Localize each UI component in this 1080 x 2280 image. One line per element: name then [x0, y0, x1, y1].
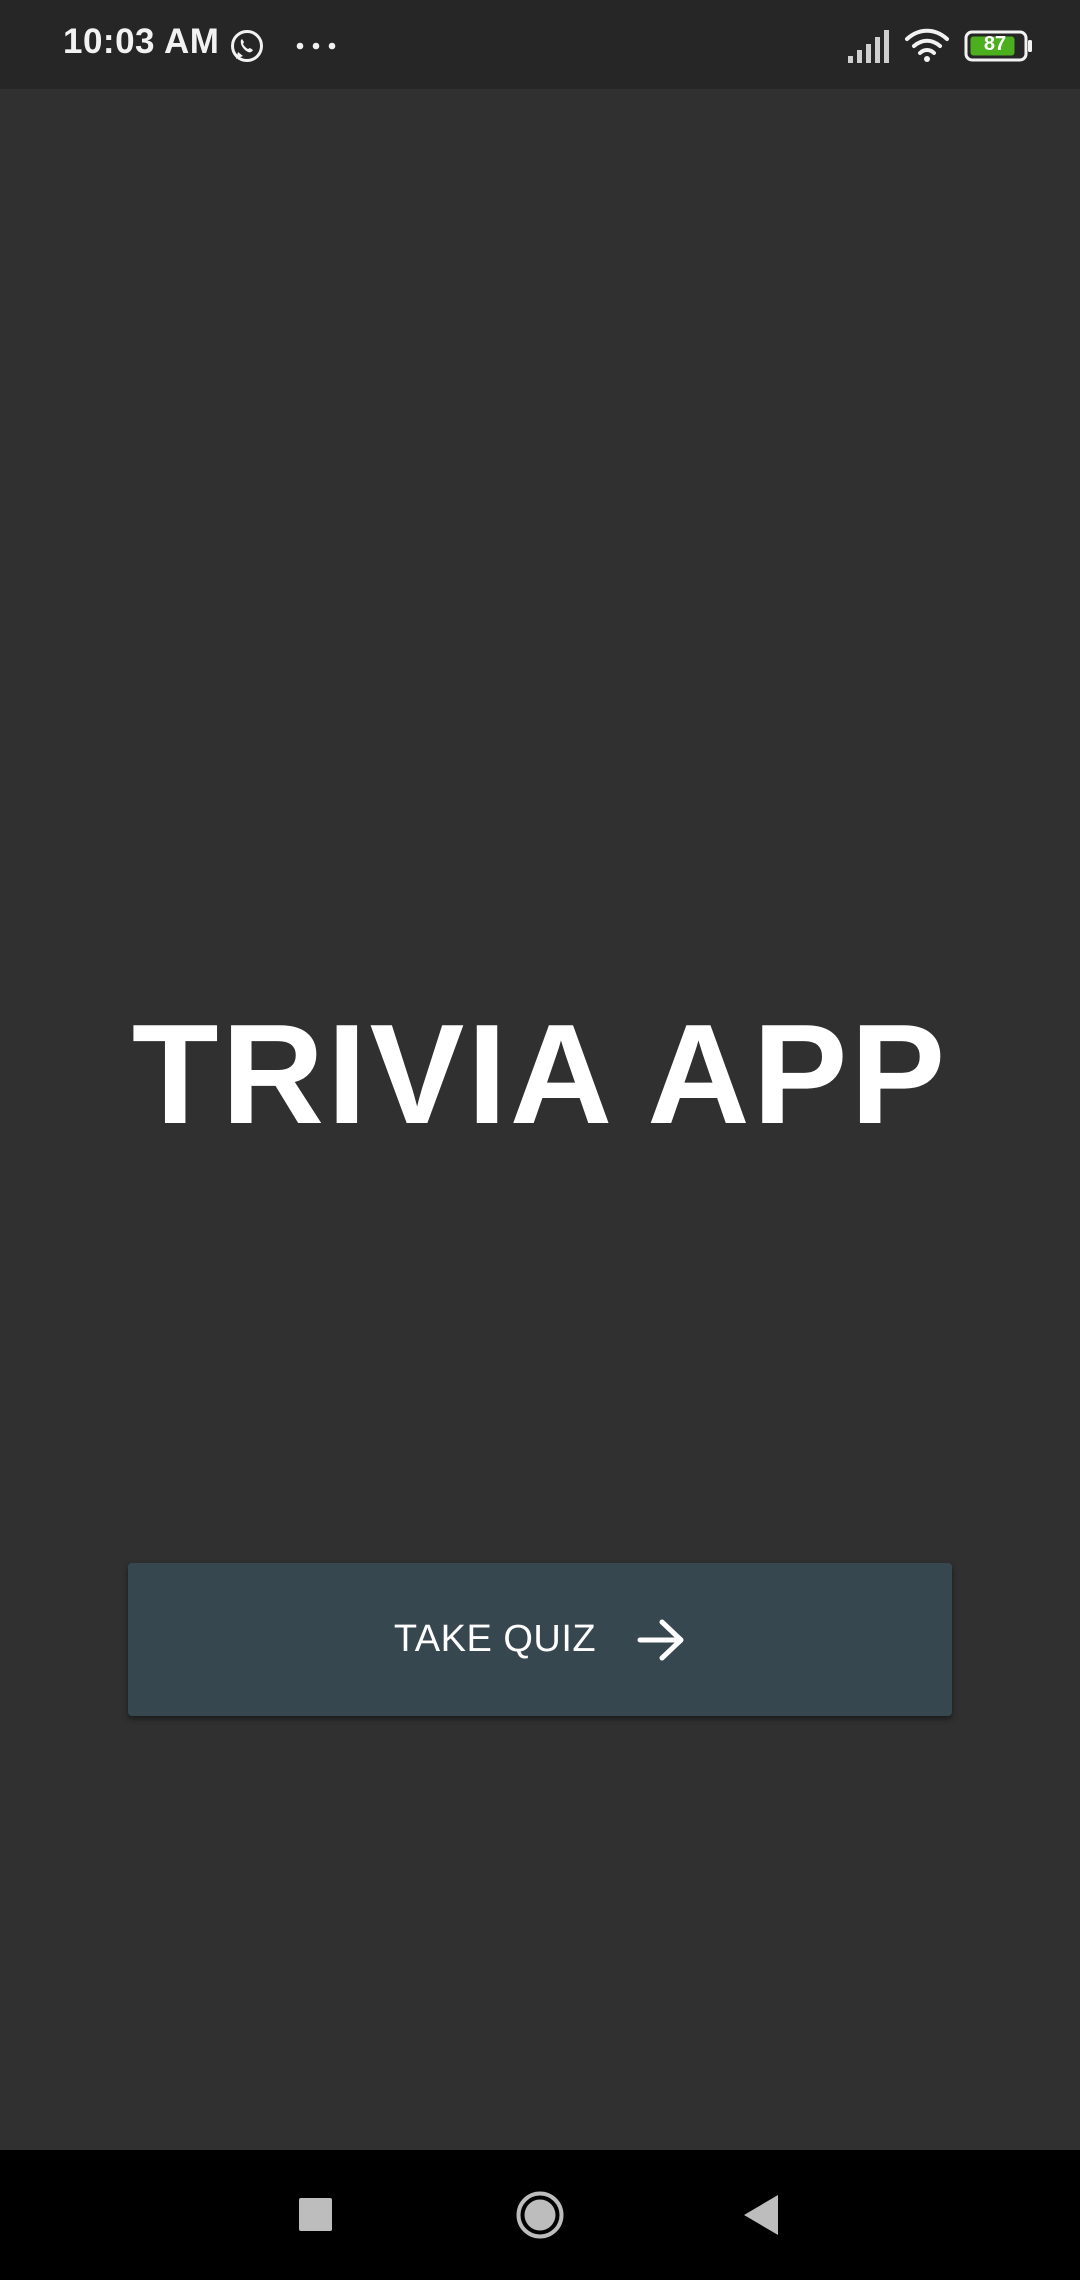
trivia-home-screen: 10:03 AM 87 TRIVIA APP TAKE QUIZ: [0, 0, 1080, 2280]
status-bar: 10:03 AM 87: [0, 0, 1080, 89]
recent-apps-icon[interactable]: [299, 2198, 332, 2231]
take-quiz-label: TAKE QUIZ: [393, 1618, 597, 1660]
take-quiz-button[interactable]: TAKE QUIZ: [128, 1563, 952, 1716]
more-dots-icon: [296, 42, 336, 50]
app-title: TRIVIA APP: [131, 995, 949, 1154]
signal-icon: [848, 30, 889, 63]
whatsapp-icon: [231, 30, 263, 62]
battery-level: 87: [983, 33, 1007, 55]
home-icon[interactable]: [516, 2191, 564, 2239]
back-icon[interactable]: [744, 2195, 778, 2235]
arrow-right-icon: [637, 1619, 684, 1660]
status-time: 10:03 AM: [63, 22, 220, 61]
wifi-icon: [905, 28, 949, 62]
